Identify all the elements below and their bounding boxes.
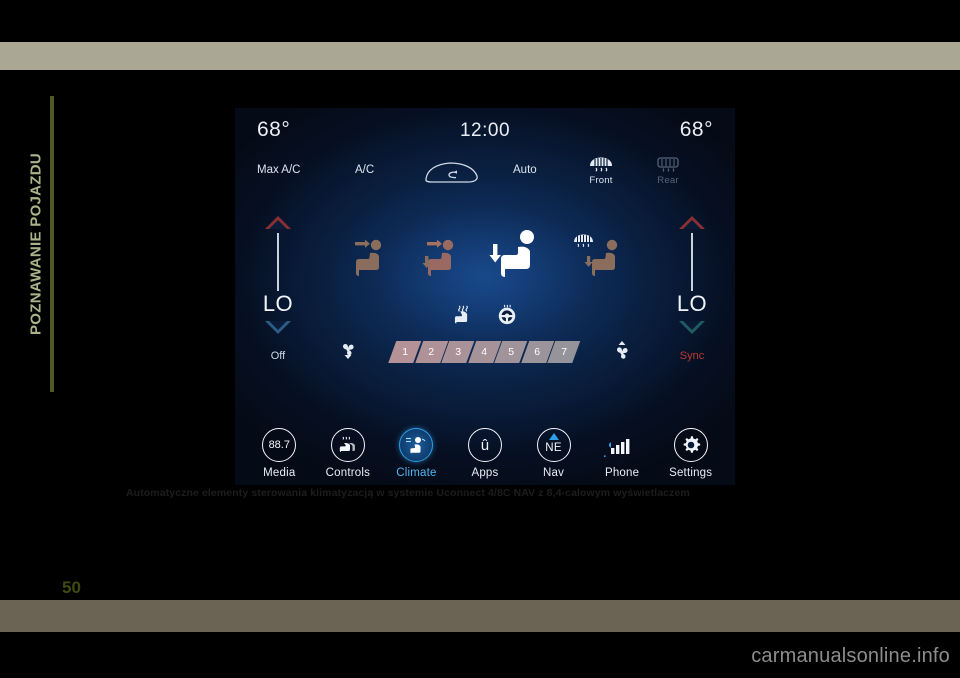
nav-controls[interactable]: Controls	[317, 428, 379, 479]
recirculation-icon	[425, 162, 478, 183]
climate-glyph-icon	[406, 437, 426, 454]
nav-settings[interactable]: Settings	[660, 428, 722, 479]
media-icon: 88.7	[262, 428, 297, 462]
head-unit-navbar: 88.7 Media Controls Climate û Apps NE Na…	[235, 428, 735, 479]
chapter-rule	[50, 96, 54, 392]
climate-mode-row: Max A/C A/C Auto Front Rear	[235, 156, 735, 194]
rear-defrost-button[interactable]: Rear	[645, 156, 691, 186]
heated-seat-icon[interactable]	[452, 304, 474, 326]
fan-increase-button[interactable]	[605, 340, 639, 362]
front-defrost-button[interactable]: Front	[578, 156, 624, 186]
nav-controls-label: Controls	[325, 467, 371, 479]
recirculation-button[interactable]	[420, 158, 482, 191]
nav-phone-label: Phone	[604, 467, 640, 479]
compass-needle-icon	[548, 433, 559, 440]
chapter-title: POZNAWANIE POJAZDU	[27, 152, 45, 336]
max-ac-button[interactable]: Max A/C	[257, 164, 300, 176]
figure-caption: Automatyczne elementy sterowania klimaty…	[126, 487, 690, 499]
auto-button[interactable]: Auto	[513, 164, 537, 176]
controls-glyph-icon	[339, 436, 355, 452]
driver-temp-up-button[interactable]	[265, 216, 291, 229]
page-band-top	[0, 42, 960, 70]
fan-speed-number: 6	[534, 346, 541, 358]
airflow-face-and-feet-icon	[422, 239, 454, 276]
rear-defrost-label: Rear	[657, 175, 679, 186]
fan-decrease-button[interactable]	[331, 340, 365, 360]
fan-speed-number: 4	[481, 346, 488, 358]
page-band-bottom	[0, 600, 960, 632]
controls-icon	[330, 428, 365, 462]
signal-bars-icon	[609, 439, 630, 454]
status-clock: 12:00	[459, 120, 511, 141]
airflow-defrost-and-feet-button[interactable]	[571, 232, 633, 290]
fan-speed-number: 1	[401, 346, 408, 358]
airflow-feet-icon	[489, 230, 534, 277]
comfort-row	[235, 304, 735, 326]
uconnect-climate-screen[interactable]: 68° 12:00 68° Max A/C A/C Auto Front Rea…	[235, 108, 735, 485]
phone-signal-icon: ⠠	[599, 428, 639, 462]
nav-climate-label: Climate	[396, 467, 437, 479]
passenger-temp-up-button[interactable]	[679, 216, 705, 229]
media-frequency: 88.7	[268, 439, 290, 451]
ac-button[interactable]: A/C	[355, 164, 374, 176]
manual-page: POZNAWANIE POJAZDU 50 68° 12:00 68° Max …	[0, 0, 960, 678]
gear-icon	[683, 436, 700, 453]
fan-speed-number: 7	[560, 346, 567, 358]
fan-increase-icon	[617, 341, 628, 359]
bluetooth-icon: ⠠	[599, 449, 608, 461]
apps-icon: û	[467, 428, 502, 462]
nav-nav[interactable]: NE Nav	[523, 428, 585, 479]
nav-settings-label: Settings	[669, 467, 713, 479]
compass-heading: NE	[545, 442, 562, 454]
airflow-mode-row	[343, 226, 633, 288]
passenger-temp-bar	[691, 233, 693, 291]
airflow-defrost-and-feet-icon	[574, 234, 618, 276]
fan-speed-bar[interactable]: 1 2 3 4 5 6 7	[388, 341, 582, 363]
airflow-face-icon	[355, 239, 382, 276]
nav-apps[interactable]: û Apps	[454, 428, 516, 479]
nav-media-label: Media	[263, 467, 296, 479]
fan-speed-zone: 1 2 3 4 5 6 7	[235, 336, 735, 378]
fan-speed-number: 5	[507, 346, 514, 358]
airflow-face-and-feet-button[interactable]	[415, 234, 469, 292]
airflow-face-button[interactable]	[343, 234, 397, 292]
apps-glyph: û	[480, 436, 490, 454]
front-defrost-label: Front	[589, 175, 613, 186]
nav-nav-label: Nav	[543, 467, 565, 479]
site-watermark: carmanualsonline.info	[751, 645, 950, 667]
front-defrost-icon	[590, 157, 612, 172]
airflow-feet-button[interactable]	[485, 226, 549, 286]
nav-phone[interactable]: ⠠ Phone	[591, 428, 653, 479]
fan-speed-number: 3	[454, 346, 461, 358]
rear-defrost-icon	[657, 157, 679, 172]
driver-temp-bar	[277, 233, 279, 291]
settings-icon	[673, 428, 708, 462]
nav-compass-icon: NE	[536, 428, 571, 462]
nav-media[interactable]: 88.7 Media	[248, 428, 310, 479]
heated-steering-wheel-icon[interactable]	[496, 304, 518, 326]
climate-icon	[399, 428, 434, 462]
status-temp-left: 68°	[257, 118, 291, 141]
page-number: 50	[62, 578, 81, 597]
nav-climate[interactable]: Climate	[385, 428, 447, 479]
fan-speed-number: 2	[428, 346, 435, 358]
fan-decrease-icon	[343, 344, 354, 359]
status-temp-right: 68°	[679, 118, 713, 141]
chapter-tab: POZNAWANIE POJAZDU	[18, 96, 54, 392]
nav-apps-label: Apps	[471, 467, 499, 479]
